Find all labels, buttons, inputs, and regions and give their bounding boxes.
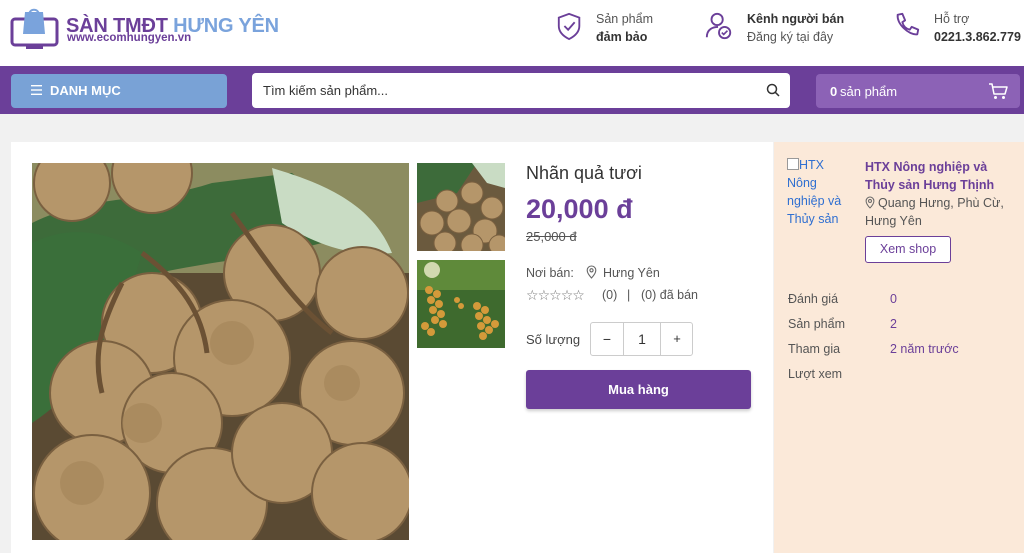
seller-channel-line2[interactable]: Đăng ký tại đây [747,30,833,44]
broken-image-icon [787,158,799,170]
longan-photo [32,163,409,540]
quantity-decrease-button[interactable]: − [591,323,624,355]
seller-label: Nơi bán: [526,266,574,280]
view-shop-button[interactable]: Xem shop [865,236,951,263]
star-rating: ☆☆☆☆☆ [526,287,585,303]
buy-button[interactable]: Mua hàng [526,370,751,409]
logo-url: www.ecomhungyen.vn [67,32,192,44]
shield-check-icon [557,12,581,41]
quantity-label: Số lượng [526,332,581,347]
product-card: Nhãn quả tươi 20,000 đ 25,000 đ Nơi bán:… [11,142,773,553]
user-check-icon [705,12,732,40]
stat-label-views: Lượt xem [788,367,843,381]
shop-address: Quang Hưng, Phù Cừ, Hưng Yên [865,194,1015,230]
product-main-image[interactable] [32,163,409,540]
shop-panel: HTX Nông nghiệp và Thủy sản HTX Nông ngh… [774,142,1024,553]
site-header: SÀN TMĐT HƯNG YÊN www.ecomhungyen.vn Sản… [0,0,1024,66]
location-pin-icon [586,265,597,279]
search-icon[interactable] [766,83,780,97]
category-menu-button[interactable]: DANH MỤC [11,74,227,108]
support-info[interactable]: Hỗ trợ 0221.3.862.779 [893,10,1021,50]
support-line1: Hỗ trợ [934,12,970,26]
product-price: 20,000 đ [526,194,633,224]
stat-label-rating: Đánh giá [788,292,839,306]
product-old-price: 25,000 đ [526,229,577,244]
site-logo[interactable]: SÀN TMĐT HƯNG YÊN www.ecomhungyen.vn [10,6,279,52]
cart-button[interactable]: 0 sản phẩm [816,74,1020,108]
seller-location-name: Hưng Yên [603,266,660,280]
guarantee-line2: đảm bảo [596,30,648,44]
shop-address-text: Quang Hưng, Phù Cừ, Hưng Yên [865,196,1004,228]
cart-label: sản phẩm [840,84,898,99]
seller-location-row: Nơi bán: Hưng Yên [526,265,660,280]
sold-count: (0) đã bán [641,288,698,302]
rating-row: ☆☆☆☆☆ (0) | (0) đã bán [526,288,726,304]
guarantee-line1: Sản phẩm [596,12,653,26]
category-menu-label: DANH MỤC [50,83,121,98]
product-thumbnail-2[interactable] [417,260,505,348]
location-pin-icon [865,196,875,209]
product-thumbnail-1[interactable] [417,163,505,251]
quantity-input[interactable]: 1 [624,323,660,355]
hamburger-icon [31,85,42,95]
longan-thumb-photo [417,163,505,251]
quantity-increase-button[interactable]: + [660,323,693,355]
search-input[interactable] [252,73,752,108]
shop-name[interactable]: HTX Nông nghiệp và Thủy sản Hưng Thịnh [865,158,1015,194]
rating-separator: | [627,288,631,302]
stat-label-joined: Tham gia [788,342,841,356]
stat-value-products: 2 [890,317,897,331]
guarantee-info: Sản phẩm đảm bảo [556,10,666,50]
stat-value-rating: 0 [890,292,897,306]
search-box [252,73,790,108]
phone-icon [896,12,920,36]
product-name: Nhãn quả tươi [526,163,642,183]
cart-icon [989,83,1008,99]
stat-value-joined: 2 năm trước [890,342,959,356]
seller-channel-info[interactable]: Kênh người bán Đăng ký tại đây [704,10,854,50]
seller-channel-line1: Kênh người bán [747,12,845,26]
quantity-stepper: − 1 + [590,322,693,356]
main-navbar: DANH MỤC 0 sản phẩm [0,66,1024,114]
shop-logo-image[interactable]: HTX Nông nghiệp và Thủy sản [787,156,849,228]
support-phone[interactable]: 0221.3.862.779 [934,30,1021,44]
cart-count: 0 [830,84,838,99]
shopping-bag-monitor-icon [10,8,59,49]
rating-count: (0) [602,288,618,302]
star-icon: ☆ [572,287,585,303]
longan-tree-photo [417,260,505,348]
stat-label-products: Sản phẩm [788,317,845,331]
